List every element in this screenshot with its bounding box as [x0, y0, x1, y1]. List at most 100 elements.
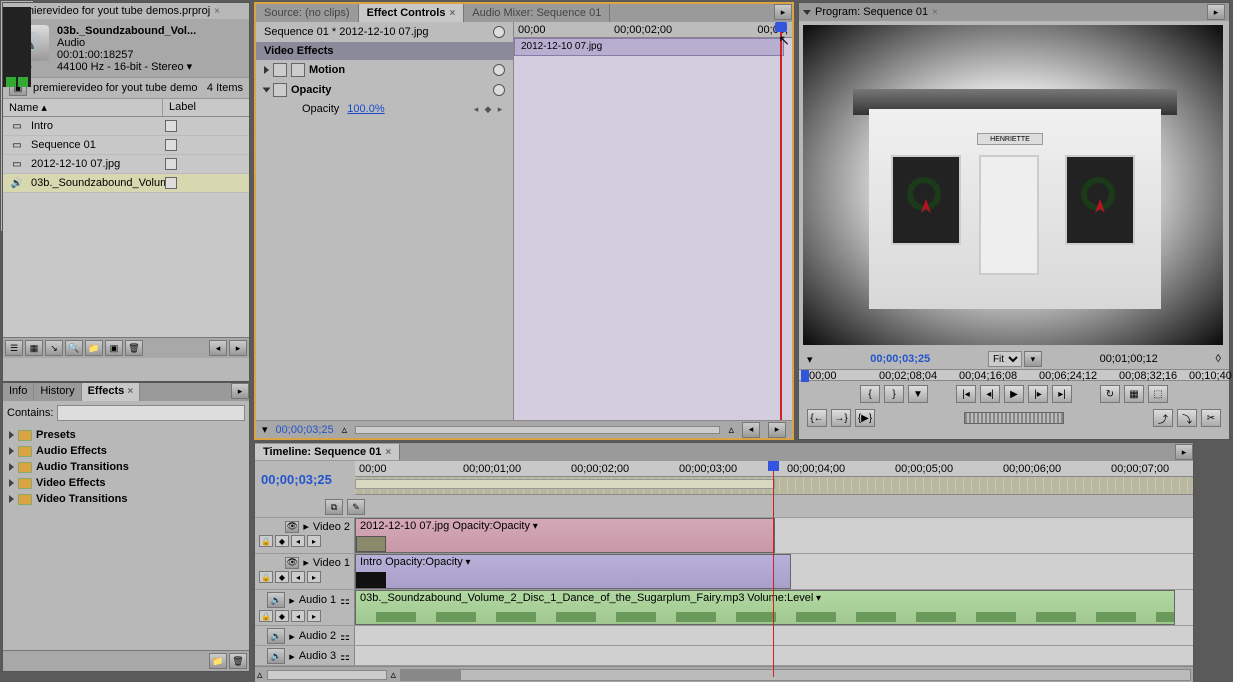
- track-body-v2[interactable]: 2012-12-10 07.jpg Opacity:Opacity ▾: [355, 518, 1193, 553]
- zoom-slider[interactable]: [267, 670, 387, 680]
- fx-toggle-icon[interactable]: [273, 63, 287, 77]
- opacity-value[interactable]: 100.0%: [347, 103, 384, 115]
- tab-effect-controls[interactable]: Effect Controls ×: [359, 4, 465, 22]
- twirl-icon[interactable]: [264, 66, 269, 74]
- eye-icon[interactable]: 👁: [285, 521, 299, 533]
- list-view-icon[interactable]: ☰: [5, 340, 23, 356]
- folder-audio-effects[interactable]: Audio Effects: [9, 443, 243, 459]
- automate-icon[interactable]: ↘: [45, 340, 63, 356]
- track-body-v1[interactable]: Intro Opacity:Opacity ▾: [355, 554, 1193, 589]
- next-kf-icon[interactable]: ▸: [307, 610, 321, 622]
- panel-menu-icon[interactable]: ▸: [774, 4, 792, 20]
- add-kf-icon[interactable]: ◆: [483, 104, 493, 114]
- timeline-tab[interactable]: Timeline: Sequence 01 ×: [255, 444, 400, 460]
- extract-icon[interactable]: ⤵: [1177, 409, 1197, 427]
- panel-menu-icon[interactable]: ▸: [1207, 4, 1225, 20]
- goto-next-icon[interactable]: →}: [831, 409, 851, 427]
- fx-motion[interactable]: Motion: [256, 60, 513, 80]
- speaker-icon[interactable]: 🔊: [267, 628, 285, 644]
- prev-kf-icon[interactable]: ◂: [471, 104, 481, 114]
- trim-icon[interactable]: ✂: [1201, 409, 1221, 427]
- ec-btn1[interactable]: ◂: [742, 422, 760, 438]
- delete-icon[interactable]: 🗑: [229, 653, 247, 669]
- find-icon[interactable]: 🔍: [65, 340, 83, 356]
- lock-icon[interactable]: 🔒: [259, 535, 273, 547]
- program-playhead[interactable]: [801, 370, 809, 382]
- icon-view-icon[interactable]: ▦: [25, 340, 43, 356]
- ec-btn2[interactable]: ▸: [768, 422, 786, 438]
- current-timecode[interactable]: 00;00;03;25: [870, 353, 930, 365]
- ec-timeline[interactable]: 00;00 00;00;02;00 00;00; 2012-12-10 07.j…: [514, 22, 792, 420]
- zoom-out-icon[interactable]: ▵: [257, 668, 263, 681]
- step-back-icon[interactable]: ◂|: [980, 385, 1000, 403]
- lift-icon[interactable]: ⤴: [1153, 409, 1173, 427]
- speaker-icon[interactable]: 🔊: [267, 592, 285, 608]
- collapse-icon[interactable]: ▸: [289, 630, 295, 643]
- goto-prev-icon[interactable]: {←: [807, 409, 827, 427]
- track-body-a3[interactable]: [355, 646, 1193, 665]
- fx-toggle-icon[interactable]: [273, 83, 287, 97]
- new-bin-icon[interactable]: 📁: [85, 340, 103, 356]
- prev-kf-icon[interactable]: ◂: [291, 535, 305, 547]
- fx-reset-icon[interactable]: [291, 63, 305, 77]
- folder-audio-transitions[interactable]: Audio Transitions: [9, 459, 243, 475]
- goto-out-icon[interactable]: ▸|: [1052, 385, 1072, 403]
- reset-icon[interactable]: [493, 64, 505, 76]
- clip-v2[interactable]: 2012-12-10 07.jpg Opacity:Opacity ▾: [355, 518, 775, 553]
- folder-video-transitions[interactable]: Video Transitions: [9, 491, 243, 507]
- list-item[interactable]: ▭Intro: [3, 117, 249, 136]
- marker-icon[interactable]: ▼: [908, 385, 928, 403]
- list-item[interactable]: ▭Sequence 01: [3, 136, 249, 155]
- prev-kf-icon[interactable]: ◂: [291, 571, 305, 583]
- close-icon[interactable]: ×: [214, 6, 220, 17]
- close-icon[interactable]: ×: [449, 8, 455, 19]
- ec-timecode[interactable]: 00;00;03;25: [276, 424, 334, 436]
- collapse-icon[interactable]: ▸: [303, 520, 309, 533]
- goto-in-icon[interactable]: |◂: [956, 385, 976, 403]
- ec-playhead[interactable]: [780, 22, 782, 420]
- close-icon[interactable]: ×: [385, 447, 391, 458]
- next-kf-icon[interactable]: ▸: [307, 535, 321, 547]
- folder-presets[interactable]: Presets: [9, 427, 243, 443]
- kf-mode-icon[interactable]: ◆: [275, 610, 289, 622]
- close-icon[interactable]: ×: [932, 7, 938, 18]
- col-name[interactable]: Name ▴: [3, 99, 163, 116]
- clip-v1[interactable]: Intro Opacity:Opacity ▾: [355, 554, 791, 589]
- zoom-in-icon[interactable]: ▵: [728, 423, 734, 436]
- zoom-in-icon[interactable]: ▵: [391, 668, 397, 681]
- prev-icon[interactable]: ◂: [209, 340, 227, 356]
- lock-icon[interactable]: 🔒: [259, 571, 273, 583]
- program-tab[interactable]: Program: Sequence 01: [815, 6, 928, 18]
- h-scrollbar[interactable]: [400, 669, 1191, 681]
- zoom-slider[interactable]: [355, 426, 720, 434]
- close-icon[interactable]: ×: [127, 386, 133, 397]
- ec-clip-bar[interactable]: 2012-12-10 07.jpg: [514, 38, 784, 56]
- next-kf-icon[interactable]: ▸: [495, 104, 505, 114]
- timeline-playhead[interactable]: [773, 461, 774, 677]
- collapse-icon[interactable]: ▸: [289, 650, 295, 663]
- lock-icon[interactable]: 🔒: [259, 610, 273, 622]
- timeline-timecode[interactable]: 00;00;03;25: [261, 472, 332, 487]
- jog-wheel[interactable]: [964, 412, 1064, 424]
- folder-video-effects[interactable]: Video Effects: [9, 475, 243, 491]
- fx-opacity[interactable]: Opacity: [256, 80, 513, 100]
- panel-menu-icon[interactable]: ▸: [231, 383, 249, 399]
- safe-margin-icon[interactable]: ▦: [1124, 385, 1144, 403]
- ec-ruler[interactable]: 00;00 00;00;02;00 00;00;: [514, 22, 792, 38]
- project-tab[interactable]: premierevideo for yout tube demos.prproj: [9, 5, 210, 17]
- new-bin-icon[interactable]: 📁: [209, 653, 227, 669]
- reset-icon[interactable]: [493, 84, 505, 96]
- twirl-icon[interactable]: [263, 88, 271, 93]
- speaker-icon[interactable]: 🔊: [267, 648, 285, 664]
- track-body-a1[interactable]: 03b._Soundzabound_Volume_2_Disc_1_Dance_…: [355, 590, 1193, 625]
- label-swatch[interactable]: [165, 120, 177, 132]
- dropdown-icon[interactable]: [803, 10, 811, 15]
- play-inout-icon[interactable]: {▶}: [855, 409, 875, 427]
- track-body-a2[interactable]: [355, 626, 1193, 645]
- tab-source[interactable]: Source: (no clips): [256, 4, 359, 22]
- set-out-icon[interactable]: }: [884, 385, 904, 403]
- collapse-icon[interactable]: ▸: [303, 556, 309, 569]
- delete-icon[interactable]: 🗑: [125, 340, 143, 356]
- panel-menu-icon[interactable]: ▸: [1175, 444, 1193, 460]
- tab-effects[interactable]: Effects ×: [82, 383, 141, 401]
